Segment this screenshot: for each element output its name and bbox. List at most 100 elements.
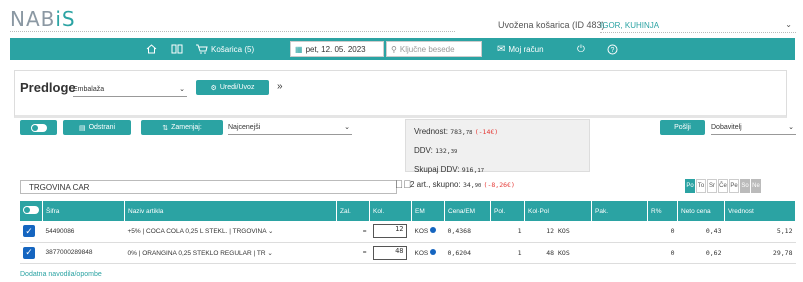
cell-qty: 12	[369, 221, 412, 243]
chevron-down-icon: ⌄	[179, 86, 185, 93]
replace-select[interactable]: Najcenejši ⌄	[228, 122, 352, 135]
cart-info: Uvožena košarica (ID 483)	[498, 20, 605, 30]
search-icon: ⚲	[391, 44, 397, 54]
col-name[interactable]: Naziv artikla	[124, 201, 337, 221]
more-button[interactable]: »	[277, 81, 283, 92]
chevron-down-icon: ⌄	[788, 124, 794, 131]
col-pol[interactable]: Pol.	[490, 201, 525, 221]
cell-discount: 0%	[127, 249, 137, 257]
row-checkbox[interactable]: ✓	[23, 225, 35, 238]
col-kolpol[interactable]: Kol·Pol	[524, 201, 592, 221]
cell-discount-pct: 0	[647, 221, 678, 243]
cart-label: Košarica (5)	[211, 44, 255, 54]
toggle-icon	[23, 206, 39, 214]
store-name: TRGOVINA CAR	[20, 180, 397, 194]
col-price[interactable]: Cena/EM	[444, 201, 491, 221]
cart-user-label: IGOR, KUHINJA	[600, 21, 660, 30]
cell-net-price: 0,62	[677, 242, 725, 264]
cell-price: 0,4368	[444, 221, 491, 243]
cell-kolpol: 12 KOS	[524, 221, 592, 243]
home-icon[interactable]	[146, 42, 157, 56]
table-row: ✓ 54490086 +5% | COCA COLA 0,25 L STEKL.…	[20, 221, 796, 243]
templates-title: Predloge	[20, 80, 76, 95]
day-wed[interactable]: Sr	[707, 179, 717, 193]
template-select[interactable]: Embalaža ⌄	[73, 84, 187, 97]
select-all-toggle[interactable]	[20, 201, 43, 221]
catalog-icon[interactable]	[171, 42, 183, 56]
cell-discount-pct: 0	[647, 242, 678, 264]
send-button[interactable]: Pošlji	[660, 120, 705, 135]
col-discount[interactable]: R%	[647, 201, 678, 221]
day-mon[interactable]: Po	[685, 179, 695, 193]
toggle-button[interactable]	[20, 120, 57, 135]
unit-dot-icon	[430, 248, 437, 255]
edit-import-label: Uredi/Uvoz	[219, 84, 255, 91]
cell-pack	[591, 242, 648, 264]
cell-discount: +5%	[127, 228, 141, 236]
mail-icon: ✉	[497, 43, 506, 55]
day-thu[interactable]: Če	[718, 179, 728, 193]
col-qty[interactable]: Kol.	[369, 201, 412, 221]
account-label: Moj račun	[508, 44, 544, 54]
day-sun[interactable]: Ne	[751, 179, 761, 193]
cell-code: 3877000289848	[42, 242, 125, 264]
edit-import-button[interactable]: ⚙ Uredi/Uvoz	[196, 80, 269, 95]
total-with-vat: Skupaj DDV: 916,17	[414, 165, 485, 174]
cell-value: 29,78	[724, 242, 796, 264]
day-fri[interactable]: Pe	[729, 179, 739, 193]
col-unit[interactable]: EM	[411, 201, 445, 221]
cell-code: 54490086	[42, 221, 125, 243]
cart-icon	[196, 44, 208, 54]
calendar-icon: ▦	[295, 44, 303, 54]
supplier-select[interactable]: Dobavitelj ⌄	[711, 122, 796, 135]
qty-input[interactable]: 48	[372, 245, 407, 260]
col-pack[interactable]: Pak.	[591, 201, 648, 221]
help-icon[interactable]: ?	[607, 42, 618, 56]
col-net-price[interactable]: Neto cena	[677, 201, 725, 221]
col-code[interactable]: Šifra	[42, 201, 125, 221]
cell-pol: 1	[490, 242, 525, 264]
toggle-icon	[30, 123, 47, 132]
chevron-down-icon: ⌄	[267, 249, 273, 257]
day-tue[interactable]: To	[696, 179, 706, 193]
col-value[interactable]: Vrednost	[724, 201, 796, 221]
store-summary: 2 art., skupno: 34,90 (-8,26€)	[410, 180, 515, 189]
template-selected: Embalaža	[73, 86, 105, 93]
cell-name[interactable]: 0% | ORANGINA 0,25 STEKLO REGULAR | TR ⌄	[124, 242, 337, 264]
cart-user-select[interactable]: IGOR, KUHINJA ⌄	[600, 18, 796, 33]
col-stock[interactable]: Zal.	[336, 201, 370, 221]
cell-name-text: | COCA COLA 0,25 L STEKL. | TRGOVINA	[142, 228, 267, 236]
account-button[interactable]: ✉ Moj račun	[497, 42, 544, 56]
day-sat[interactable]: So	[740, 179, 750, 193]
table-row: ✓ 3877000289848 0% | ORANGINA 0,25 STEKL…	[20, 242, 796, 264]
cell-name[interactable]: +5% | COCA COLA 0,25 L STEKL. | TRGOVINA…	[124, 221, 337, 243]
totals-panel: Vrednost: 783,78 (-14€) DDV: 132,39 Skup…	[405, 119, 590, 174]
row-checkbox[interactable]: ✓	[23, 246, 35, 259]
chevron-down-icon: ⌄	[785, 20, 792, 29]
qty-input[interactable]: 12	[372, 224, 407, 239]
unit-dot-icon	[430, 227, 437, 234]
cell-unit: KOS	[411, 221, 445, 243]
articles-table: Šifra Naziv artikla Zal. Kol. EM Cena/EM…	[20, 201, 796, 264]
cell-price: 0,6204	[444, 242, 491, 264]
top-navbar: Košarica (5) ▦ pet, 12. 05. 2023 ⚲ Ključ…	[10, 38, 795, 60]
chevron-down-icon: ⌄	[268, 228, 274, 236]
search-input[interactable]: ⚲ Ključne besede	[386, 41, 482, 57]
cell-stock: =	[336, 242, 370, 264]
logo[interactable]: NABiS	[10, 7, 76, 31]
date-label: pet, 12. 05. 2023	[305, 44, 366, 54]
cell-pack	[591, 221, 648, 243]
additional-notes-link[interactable]: Dodatna navodila/opombe	[20, 271, 102, 278]
replace-button[interactable]: ⇅ Zamenjaj:	[141, 120, 223, 135]
cart-button[interactable]: Košarica (5)	[196, 42, 254, 56]
cell-unit: KOS	[411, 242, 445, 264]
remove-button[interactable]: ▤ Odstrani	[63, 120, 131, 135]
edit-icon: ⚙	[210, 84, 217, 92]
logo-divider	[10, 31, 455, 32]
date-picker[interactable]: ▦ pet, 12. 05. 2023	[290, 41, 384, 57]
trash-icon: ▤	[78, 124, 86, 132]
power-icon[interactable]: ⏻	[577, 42, 585, 56]
cell-qty: 48	[369, 242, 412, 264]
cell-pol: 1	[490, 221, 525, 243]
supplier-option: Dobavitelj	[711, 124, 742, 131]
